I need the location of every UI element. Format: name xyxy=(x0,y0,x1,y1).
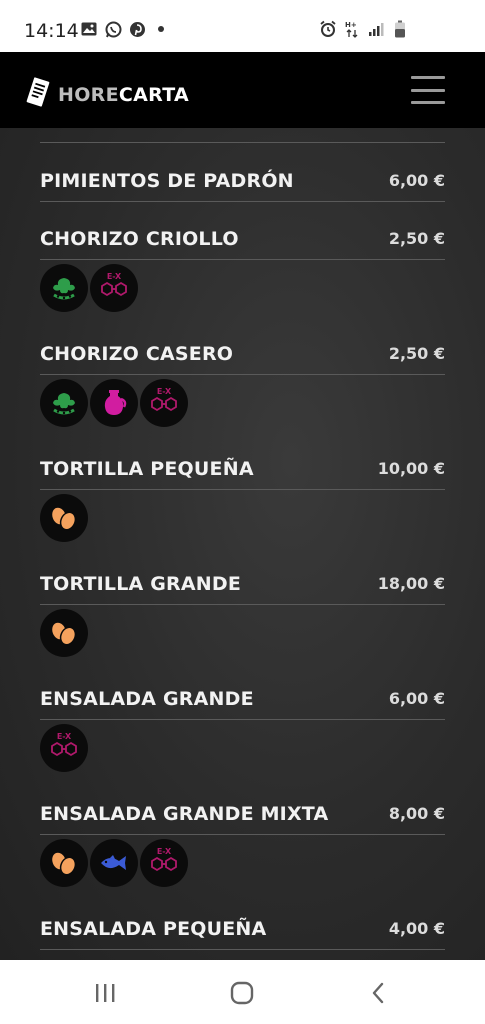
sulphites-label: E-X xyxy=(157,847,172,856)
menu-card-icon xyxy=(26,76,50,113)
status-time: 14:14 xyxy=(24,20,79,42)
menu-item[interactable]: CHORIZO CASERO 2,50 € E-X xyxy=(40,333,445,427)
allergen-list: E-X xyxy=(40,379,445,427)
menu-item-name: ENSALADA GRANDE MIXTA xyxy=(40,802,329,825)
allergen-list xyxy=(40,494,445,542)
menu-item[interactable]: ENSALADA PEQUEÑA 4,00 € xyxy=(40,908,445,950)
sulphites-allergen-icon: E-X xyxy=(140,379,188,427)
allergen-list: E-X xyxy=(40,264,445,312)
egg-allergen-icon xyxy=(40,494,88,542)
sulphites-allergen-icon: E-X xyxy=(140,839,188,887)
menu-item[interactable]: TORTILLA GRANDE 18,00 € xyxy=(40,563,445,657)
fish-allergen-icon xyxy=(90,839,138,887)
home-icon[interactable] xyxy=(227,980,257,1006)
menu-item-price: 2,50 € xyxy=(388,344,445,363)
sulphites-allergen-icon: E-X xyxy=(90,264,138,312)
logo-text: HORECARTA xyxy=(58,84,189,106)
menu-item[interactable]: ENSALADA GRANDE MIXTA 8,00 € E-X xyxy=(40,793,445,887)
sulphites-allergen-icon: E-X xyxy=(40,724,88,772)
hamburger-icon[interactable] xyxy=(411,76,445,104)
back-icon[interactable] xyxy=(363,980,393,1006)
allergen-list xyxy=(40,609,445,657)
horecarta-logo[interactable]: HORECARTA xyxy=(26,76,189,113)
image-icon xyxy=(80,20,98,38)
allergen-list: E-X xyxy=(40,839,445,887)
menu-item-price: 2,50 € xyxy=(388,229,445,248)
sulphites-label: E-X xyxy=(157,387,172,396)
menu-item-price: 18,00 € xyxy=(377,574,445,593)
menu-list[interactable]: PIMIENTOS DE PADRÓN 6,00 € CHORIZO CRIOL… xyxy=(0,128,485,960)
menu-item[interactable]: PIMIENTOS DE PADRÓN 6,00 € xyxy=(40,160,445,202)
soy-allergen-icon xyxy=(40,379,88,427)
recents-icon[interactable] xyxy=(90,980,120,1006)
whatsapp-icon xyxy=(104,20,122,38)
menu-item-price: 10,00 € xyxy=(377,459,445,478)
menu-item[interactable]: CHORIZO CRIOLLO 2,50 € E-X xyxy=(40,218,445,312)
status-notification-icons xyxy=(80,20,170,38)
svg-text:H+: H+ xyxy=(345,21,357,29)
pinterest-icon xyxy=(128,20,146,38)
dot-icon xyxy=(152,20,170,38)
menu-item-price: 8,00 € xyxy=(388,804,445,823)
app-header: HORECARTA xyxy=(0,52,485,128)
menu-item-name: TORTILLA GRANDE xyxy=(40,572,242,595)
divider xyxy=(40,142,445,143)
data-arrows-icon: H+ xyxy=(343,20,361,38)
alarm-icon xyxy=(319,20,337,38)
sulphites-label: E-X xyxy=(57,732,72,741)
menu-item-price: 6,00 € xyxy=(388,171,445,190)
menu-item-name: TORTILLA PEQUEÑA xyxy=(40,457,254,480)
menu-item-name: ENSALADA GRANDE xyxy=(40,687,254,710)
menu-item-name: PIMIENTOS DE PADRÓN xyxy=(40,169,294,192)
status-bar: 14:14 H+ xyxy=(0,0,485,52)
logo-text-carta: CARTA xyxy=(118,83,189,106)
menu-item-price: 4,00 € xyxy=(388,919,445,938)
status-system-icons: H+ xyxy=(319,20,409,38)
battery-icon xyxy=(391,20,409,38)
soy-allergen-icon xyxy=(40,264,88,312)
menu-item-name: ENSALADA PEQUEÑA xyxy=(40,917,267,940)
allergen-list: E-X xyxy=(40,724,445,772)
menu-item-name: CHORIZO CASERO xyxy=(40,342,234,365)
menu-item[interactable]: TORTILLA PEQUEÑA 10,00 € xyxy=(40,448,445,542)
egg-allergen-icon xyxy=(40,609,88,657)
menu-item[interactable]: ENSALADA GRANDE 6,00 € E-X xyxy=(40,678,445,772)
menu-item-name: CHORIZO CRIOLLO xyxy=(40,227,239,250)
signal-icon xyxy=(367,20,385,38)
system-navigation-bar xyxy=(0,960,485,1024)
logo-text-hore: HORE xyxy=(58,83,119,106)
egg-allergen-icon xyxy=(40,839,88,887)
milk-allergen-icon xyxy=(90,379,138,427)
sulphites-label: E-X xyxy=(107,272,122,281)
menu-item-price: 6,00 € xyxy=(388,689,445,708)
